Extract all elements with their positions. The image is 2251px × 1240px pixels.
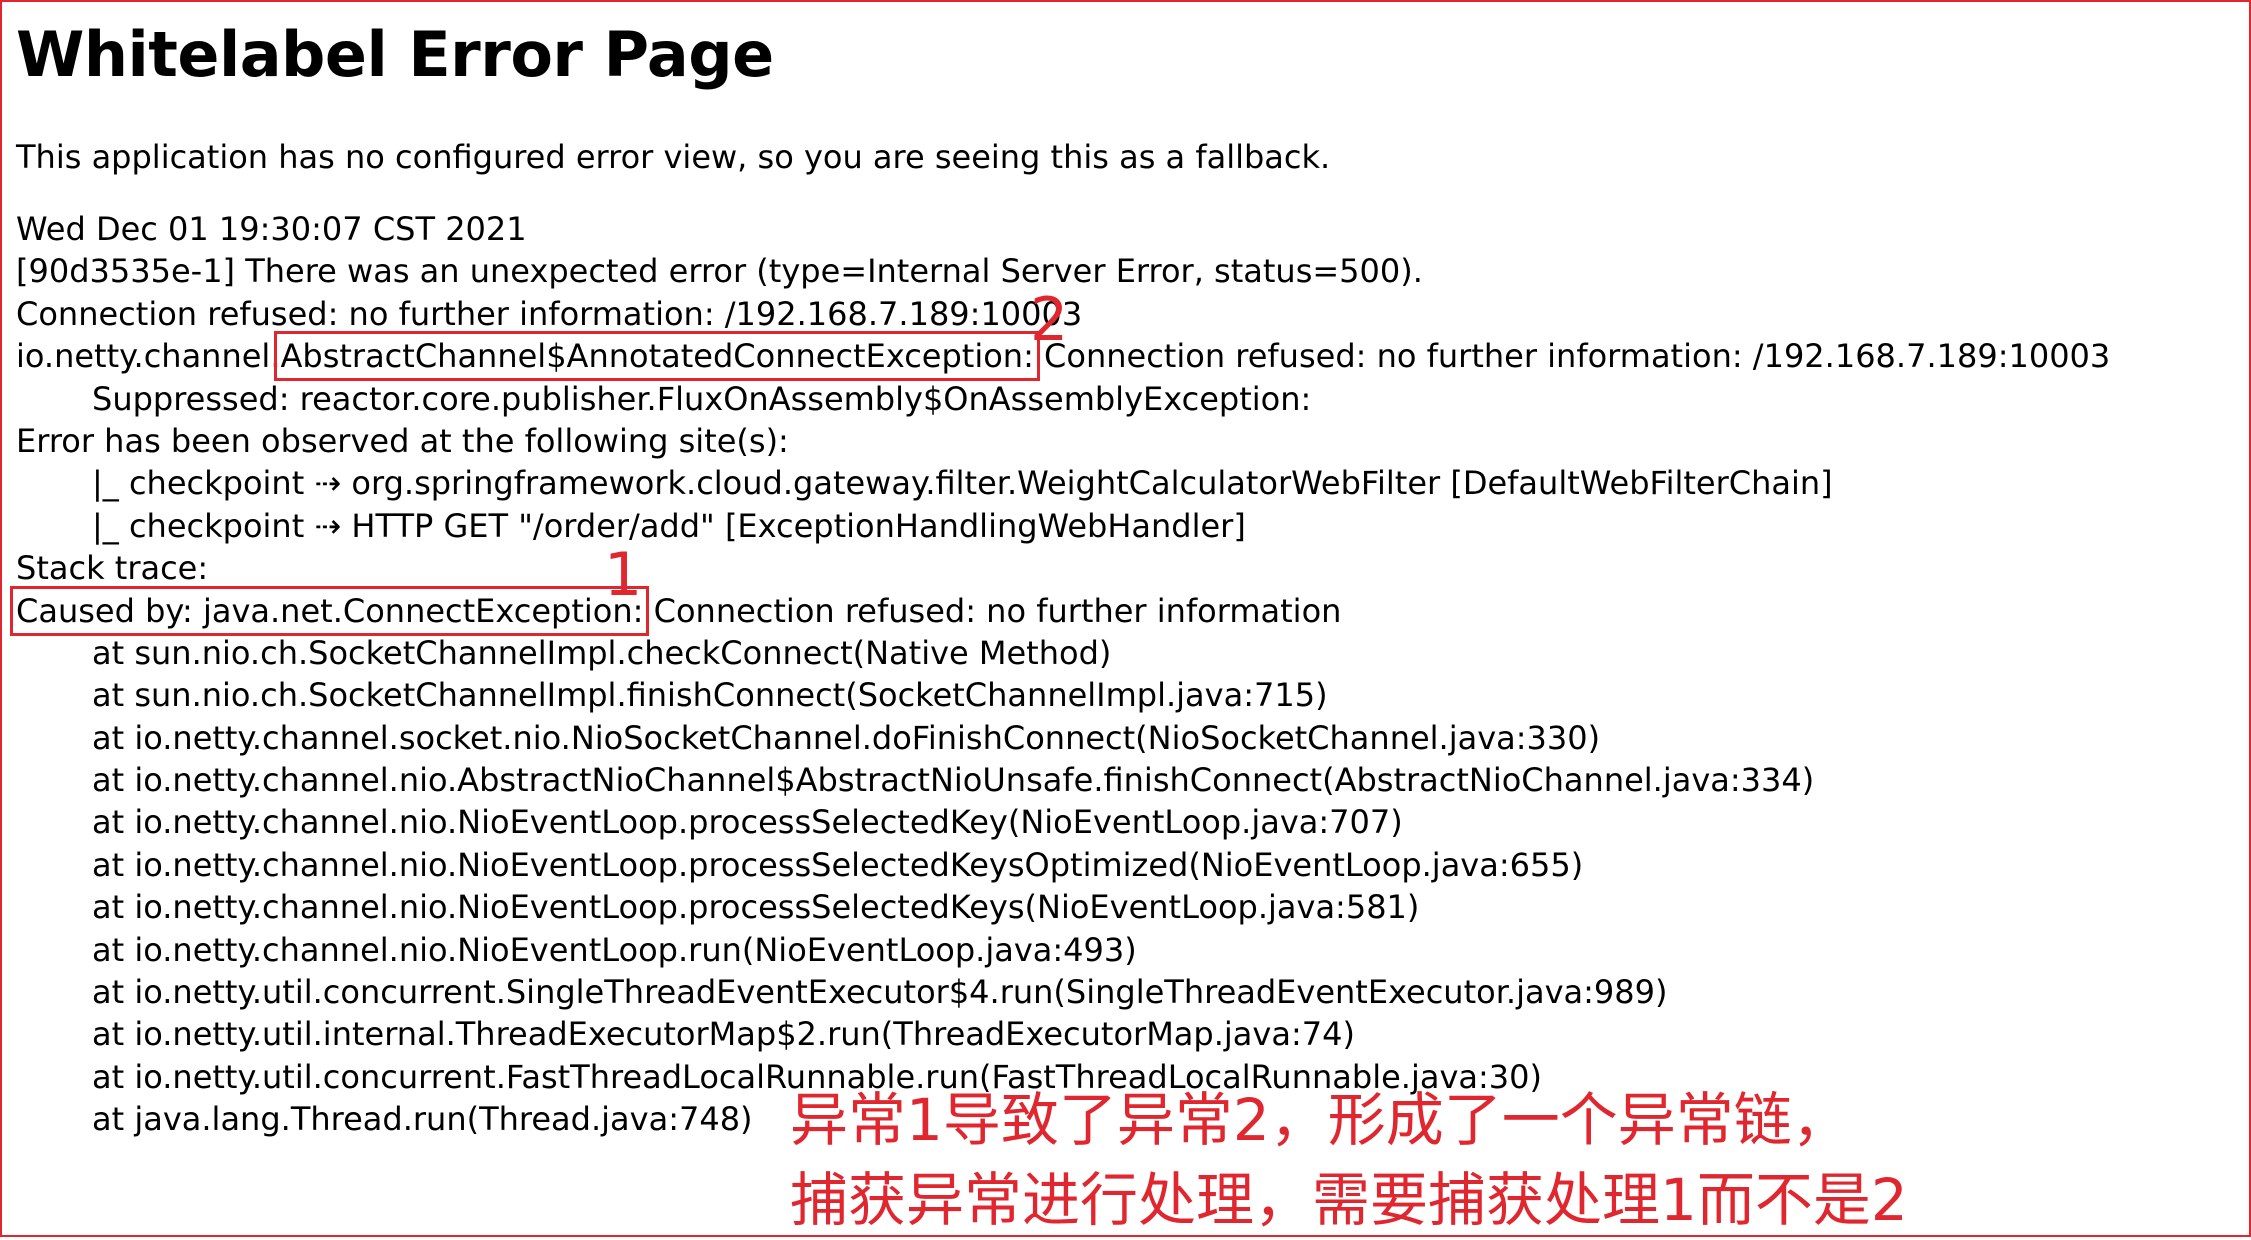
annotation-marker-1: 1 bbox=[604, 540, 643, 610]
annotation-note: 异常1导致了异常2，形成了一个异常链， 捕获异常进行处理，需要捕获处理1而不是2 bbox=[790, 1080, 1908, 1240]
page-title: Whitelabel Error Page bbox=[16, 18, 774, 91]
stack-frame: at io.netty.channel.socket.nio.NioSocket… bbox=[92, 718, 1601, 757]
error-message: Connection refused: no further informati… bbox=[16, 294, 1083, 333]
stack-frame: at io.netty.channel.nio.AbstractNioChann… bbox=[92, 761, 1815, 800]
stack-frame: at io.netty.util.internal.ThreadExecutor… bbox=[92, 1015, 1355, 1054]
stack-frame: at io.netty.util.concurrent.SingleThread… bbox=[92, 973, 1668, 1012]
exception-class-highlight: AbstractChannel$AnnotatedConnectExceptio… bbox=[274, 331, 1040, 382]
annotation-note-line: 捕获异常进行处理，需要捕获处理1而不是2 bbox=[790, 1166, 1908, 1234]
error-report: Wed Dec 01 19:30:07 CST 2021 [90d3535e-1… bbox=[9, 208, 2241, 1141]
stack-frame: at io.netty.channel.nio.NioEventLoop.pro… bbox=[92, 803, 1403, 842]
caused-by-line: Caused by: java.net.ConnectException: Co… bbox=[9, 585, 2241, 636]
stack-trace-heading: Stack trace: bbox=[16, 549, 209, 588]
error-timestamp: Wed Dec 01 19:30:07 CST 2021 bbox=[16, 210, 527, 248]
observed-heading: Error has been observed at the following… bbox=[16, 421, 789, 460]
fallback-message: This application has no configured error… bbox=[16, 138, 1331, 176]
error-page: Whitelabel Error Page This application h… bbox=[9, 14, 2241, 1141]
stack-frame: at sun.nio.ch.SocketChannelImpl.checkCon… bbox=[92, 633, 1112, 672]
exception-message: Connection refused: no further informati… bbox=[1033, 337, 2111, 376]
checkpoint-line: |_ checkpoint ⇢ org.springframework.clou… bbox=[92, 464, 1833, 503]
caused-by-message: Connection refused: no further informati… bbox=[643, 591, 1342, 630]
caused-by-highlight: Caused by: java.net.ConnectException: bbox=[9, 585, 650, 636]
annotation-note-line: 异常1导致了异常2，形成了一个异常链， bbox=[790, 1086, 1850, 1154]
stack-frame: at sun.nio.ch.SocketChannelImpl.finishCo… bbox=[92, 676, 1328, 715]
error-summary: [90d3535e-1] There was an unexpected err… bbox=[16, 252, 1423, 291]
exception-line: io.netty.channel.AbstractChannel$Annotat… bbox=[16, 331, 2241, 382]
exception-package: io.netty.channel. bbox=[16, 337, 281, 376]
annotation-marker-2: 2 bbox=[1030, 285, 1069, 355]
checkpoint-line: |_ checkpoint ⇢ HTTP GET "/order/add" [E… bbox=[92, 506, 1246, 545]
stack-frame: at io.netty.channel.nio.NioEventLoop.pro… bbox=[92, 888, 1420, 927]
suppressed-line: Suppressed: reactor.core.publisher.FluxO… bbox=[92, 379, 1312, 418]
stack-frame: at io.netty.channel.nio.NioEventLoop.run… bbox=[92, 930, 1137, 969]
stack-frame: at io.netty.channel.nio.NioEventLoop.pro… bbox=[92, 845, 1584, 884]
